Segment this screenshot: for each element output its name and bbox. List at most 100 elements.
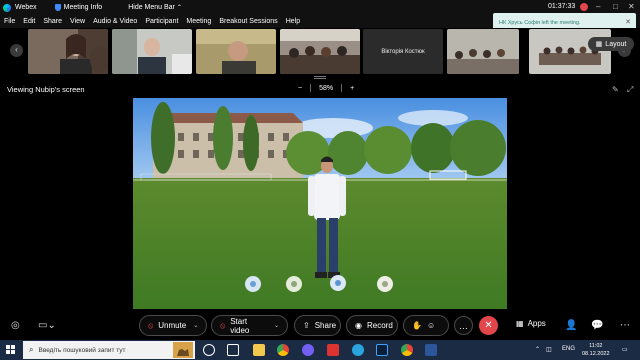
emoji-icon: ☺: [426, 321, 436, 330]
start-video-label: Start video: [230, 316, 250, 335]
recording-indicator-icon: [580, 3, 588, 11]
participant-video: [280, 29, 360, 74]
mic-muted-icon: ⦸: [148, 320, 154, 330]
viewing-bar: Viewing Nubip's screen − 58% + ✎ ⤢: [0, 80, 640, 98]
menu-view[interactable]: View: [70, 18, 85, 25]
record-button[interactable]: ◉ Record: [346, 315, 398, 336]
participant-video-tile[interactable]: [28, 29, 108, 74]
annotate-icon[interactable]: ✎: [612, 85, 619, 94]
shield-icon: [54, 4, 61, 11]
menu-breakout-sessions[interactable]: Breakout Sessions: [219, 18, 277, 25]
participant-video-tile[interactable]: [280, 29, 360, 74]
telegram-icon[interactable]: [352, 344, 364, 356]
layout-button[interactable]: ▦ Layout: [588, 37, 634, 51]
toast-message: НК Хрусь Софія left the meeting.: [499, 20, 581, 26]
viber-icon[interactable]: [302, 344, 314, 356]
tray-arrow-icon[interactable]: ⌃: [535, 346, 540, 353]
hide-menu-bar-label: Hide Menu Bar: [128, 4, 175, 11]
resize-handle[interactable]: [314, 76, 326, 79]
windows-start-icon[interactable]: [6, 345, 15, 354]
more-options-button[interactable]: …: [454, 316, 473, 335]
hand-raise-icon: ✋: [412, 321, 422, 330]
menu-meeting[interactable]: Meeting: [186, 18, 211, 25]
participant-video-tile[interactable]: [196, 29, 276, 74]
menu-file[interactable]: File: [4, 18, 15, 25]
participant-video: [28, 29, 108, 74]
zoom-controls: − 58% +: [298, 84, 354, 92]
search-highlight-image: [173, 342, 193, 358]
maximize-icon[interactable]: □: [613, 2, 618, 11]
zoom-level: 58%: [319, 84, 334, 92]
menu-participant[interactable]: Participant: [145, 18, 178, 25]
divider: [310, 84, 312, 92]
meeting-timer: 01:37:33: [548, 3, 576, 10]
more-panels-icon[interactable]: ⋯: [620, 320, 630, 331]
menu-help[interactable]: Help: [286, 18, 300, 25]
start-video-button[interactable]: ⦸ Start video ⌄: [211, 315, 288, 336]
share-button[interactable]: ⇪ Share: [294, 315, 341, 336]
viewing-label: Viewing Nubip's screen: [7, 85, 85, 94]
file-explorer-icon[interactable]: [253, 344, 265, 356]
chevron-down-icon[interactable]: ⌄: [193, 322, 198, 329]
close-icon[interactable]: ✕: [625, 18, 631, 26]
clock-time: 11:02: [589, 343, 603, 349]
menu-share[interactable]: Share: [43, 18, 62, 25]
webex-taskbar-icon[interactable]: [376, 344, 388, 356]
chrome-icon[interactable]: [401, 344, 413, 356]
meeting-info-button[interactable]: Meeting Info: [54, 4, 103, 11]
windows-taskbar: ⌕ Введіть пошуковий запит тут ⌃ ◫ ENG 11…: [0, 340, 640, 360]
participant-video: [112, 29, 192, 74]
record-label: Record: [366, 321, 393, 330]
chevron-up-icon: ⌃: [176, 5, 182, 11]
layout-label: Layout: [605, 40, 627, 48]
participant-name: Вікторія Костюк: [381, 48, 425, 55]
app-icon[interactable]: [327, 344, 339, 356]
menu-edit[interactable]: Edit: [23, 18, 35, 25]
menu-audio-video[interactable]: Audio & Video: [93, 18, 137, 25]
meeting-info-label: Meeting Info: [63, 4, 103, 11]
network-icon[interactable]: ◫: [546, 346, 552, 353]
unmute-label: Unmute: [158, 321, 187, 330]
minimize-icon[interactable]: –: [596, 2, 600, 11]
input-language[interactable]: ENG: [562, 346, 575, 352]
zoom-in-button[interactable]: +: [350, 85, 354, 92]
search-icon: ⌕: [29, 345, 34, 354]
notifications-icon[interactable]: ▭: [622, 346, 628, 353]
participant-video-tile[interactable]: [112, 29, 192, 74]
apps-label: Apps: [527, 319, 546, 328]
apps-grid-icon: ▦: [516, 319, 524, 328]
layout-grid-icon: ▦: [595, 41, 603, 48]
unmute-button[interactable]: ⦸ Unmute ⌄: [139, 315, 207, 336]
task-view-icon[interactable]: [227, 344, 239, 356]
zoom-out-button[interactable]: −: [298, 85, 302, 92]
taskbar-search-input[interactable]: ⌕ Введіть пошуковий запит тут: [23, 341, 195, 359]
participant-video: [447, 29, 519, 74]
strip-prev-button[interactable]: ‹: [10, 44, 23, 57]
word-icon[interactable]: [425, 344, 437, 356]
leave-meeting-button[interactable]: ✕: [479, 316, 498, 335]
participant-video: [196, 29, 276, 74]
hide-menu-bar-button[interactable]: Hide Menu Bar ⌃: [128, 4, 182, 11]
share-icon: ⇪: [303, 321, 310, 330]
captions-icon[interactable]: ▭⌄: [38, 320, 56, 331]
shared-screen-image: [133, 98, 507, 309]
apps-button[interactable]: ▦ Apps: [516, 319, 546, 328]
participant-video-tile[interactable]: [529, 29, 611, 74]
chevron-down-icon[interactable]: ⌄: [274, 322, 279, 329]
settings-icon[interactable]: ◎: [11, 320, 20, 331]
fullscreen-icon[interactable]: ⤢: [627, 85, 633, 95]
meeting-controls: ◎ ▭⌄ ⦸ Unmute ⌄ ⦸ Start video ⌄ ⇪ Share …: [0, 312, 640, 340]
participants-icon[interactable]: 👤: [565, 320, 577, 331]
cortana-icon[interactable]: [203, 344, 215, 356]
taskbar-clock[interactable]: 11:02 08.12.2022: [582, 342, 610, 358]
share-label: Share: [314, 321, 337, 330]
chat-icon[interactable]: 💬: [591, 320, 603, 331]
chrome-icon[interactable]: [277, 344, 289, 356]
shared-screen: [133, 98, 507, 309]
reactions-button[interactable]: ✋ ☺: [403, 315, 449, 336]
close-icon[interactable]: ✕: [628, 2, 635, 11]
taskbar-search-placeholder: Введіть пошуковий запит тут: [38, 346, 126, 354]
participant-video-tile[interactable]: [447, 29, 519, 74]
participant-name-tile[interactable]: Вікторія Костюк: [363, 29, 443, 74]
camera-off-icon: ⦸: [220, 320, 226, 330]
